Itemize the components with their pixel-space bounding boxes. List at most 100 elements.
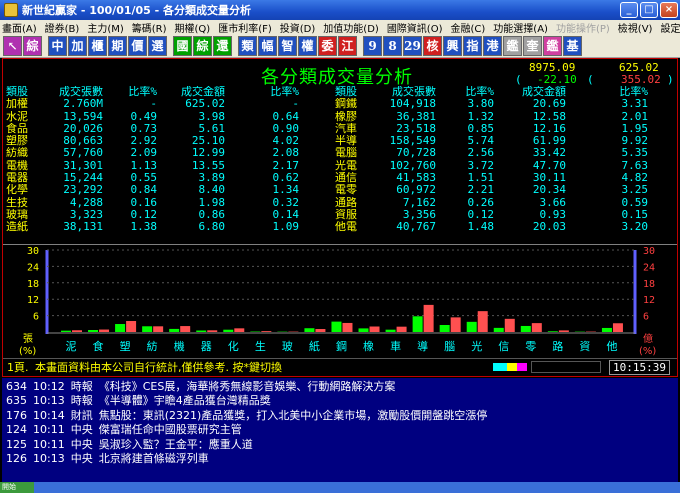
bar-volume (439, 325, 450, 332)
toolbar-button-10[interactable]: 還 (213, 35, 232, 56)
volume-ratio: 1.38 (130, 221, 158, 234)
bar-volume (520, 325, 531, 332)
toolbar-button-24[interactable]: 鑑 (503, 35, 522, 56)
toolbar: ↖ 綜中加櫃期價選國綜還類幅智權委江 9 8 29 核興指港鑑奎鑑基 (0, 34, 680, 58)
x-tick-label: 零 (525, 340, 536, 353)
news-row[interactable]: 176 10:14 財訊 焦點股：東訊(2321)產品獲獎，打入北美中小企業市場，激勵… (6, 409, 674, 423)
bar-volume (304, 328, 315, 332)
amount-ratio: 2.08 (272, 147, 300, 160)
news-row[interactable]: 124 10:11 中央 傑富瑞任命中國股票研究主管 (6, 423, 674, 437)
bar-amount (234, 328, 245, 332)
menu-item-7[interactable]: 加值功能(D) (323, 20, 379, 35)
toolbar-button-27[interactable]: 基 (563, 35, 582, 56)
news-time: 10:11 (33, 423, 65, 437)
amount-ratio: 1.09 (272, 221, 300, 234)
table-row[interactable]: 加權 2.760M - 625.02 - 鋼鐵 104,918 3.80 20.69 3.31 (6, 98, 674, 110)
table-row[interactable]: 紡織 57,760 2.09 12.99 2.08 電腦 70,728 2.56 33.42 5.… (6, 147, 674, 159)
table-row[interactable]: 電器 15,244 0.55 3.89 0.62 通信 41,583 1.51 30.11 4.8… (6, 172, 674, 184)
news-time: 10:14 (33, 408, 65, 422)
category-name: 他電 (335, 221, 357, 234)
amount-ratio: 2.17 (272, 159, 300, 172)
category-name: 造紙 (6, 221, 28, 234)
table-row[interactable]: 電機 31,301 1.13 13.55 2.17 光電 102,760 3.72 47.70 7… (6, 160, 674, 172)
table-row[interactable]: 生技 4,288 0.16 1.98 0.32 通路 7,162 0.26 3.66 0.59 (6, 197, 674, 209)
toolbar-button-17[interactable]: 9 (363, 35, 382, 56)
volume-ratio: 2.92 (130, 135, 158, 148)
close-button[interactable]: × (660, 2, 678, 18)
toolbar-button-7[interactable]: 選 (148, 35, 167, 56)
toolbar-button-1[interactable]: 綜 (23, 35, 42, 56)
toolbar-button-9[interactable]: 綜 (193, 35, 212, 56)
x-tick-label: 塑 (120, 339, 131, 353)
category-name: 食品 (6, 122, 28, 135)
table-row[interactable]: 水泥 13,594 0.49 3.98 0.64 橡膠 36,381 1.32 12.58 2.0… (6, 111, 674, 123)
news-row[interactable]: 635 10:13 時報 《半導體》宇瞻4產品獲台灣精品獎 (6, 394, 674, 408)
title-bar[interactable]: 新世紀贏家 - 100/01/05 - 各分類成交量分析 _ □ × (0, 0, 680, 20)
news-row[interactable]: 634 10:12 時報 《科技》CES展，海華將秀無線影音娛樂、行動網路解決方案 (6, 380, 674, 394)
toolbar-button-18[interactable]: 8 (383, 35, 402, 56)
column-header: 成交張數 (392, 86, 436, 98)
menu-item-9[interactable]: 金融(C) (451, 20, 486, 35)
toolbar-button-3[interactable]: 加 (68, 35, 87, 56)
start-button[interactable]: 開始 (0, 482, 34, 493)
table-row[interactable]: 食品 20,026 0.73 5.61 0.90 汽車 23,518 0.85 12.16 1.9… (6, 123, 674, 135)
amount: 33.42 (532, 147, 566, 160)
volume-ratio: 0.49 (130, 110, 158, 123)
toolbar-button-14[interactable]: 權 (298, 35, 317, 56)
toolbar-button-19[interactable]: 29 (403, 35, 422, 56)
amount: 3.66 (539, 196, 567, 209)
toolbar-button-12[interactable]: 幅 (258, 35, 277, 56)
volume-ratio: 1.48 (467, 221, 495, 234)
table-row[interactable]: 化學 23,292 0.84 8.40 1.34 電零 60,972 2.21 20.34 3.2… (6, 184, 674, 196)
menu-item-13[interactable]: 設定(S) (660, 20, 680, 35)
toolbar-button-2[interactable]: 中 (48, 35, 67, 56)
category-name: 水泥 (6, 110, 28, 123)
toolbar-button-20[interactable]: 核 (423, 35, 442, 56)
toolbar-button-5[interactable]: 期 (108, 35, 127, 56)
toolbar-button-15[interactable]: 委 (318, 35, 337, 56)
menu-item-1[interactable]: 證券(B) (45, 20, 80, 35)
news-id: 634 (6, 380, 27, 393)
news-headline: 焦點股：東訊(2321)產品獲獎，打入北美中小企業市場，激勵股價開盤跳空漲停 (98, 408, 488, 422)
menu-item-8[interactable]: 國際資訊(O) (387, 20, 443, 35)
menu-item-6[interactable]: 投資(D) (280, 20, 316, 35)
toolbar-button-16[interactable]: 江 (338, 35, 357, 56)
maximize-button[interactable]: □ (640, 2, 658, 18)
volume: 13,594 (63, 110, 103, 123)
toolbar-button-26[interactable]: 鑑 (543, 35, 562, 56)
toolbar-button-4[interactable]: 櫃 (88, 35, 107, 56)
volume-ratio: 1.13 (130, 159, 158, 172)
toolbar-button-25[interactable]: 奎 (523, 35, 542, 56)
menu-item-2[interactable]: 主力(M) (87, 20, 123, 35)
news-row[interactable]: 125 10:11 中央 吳淑珍入監？王金平：應重人道 (6, 438, 674, 452)
table-row[interactable]: 塑膠 80,663 2.92 25.10 4.02 半導 158,549 5.74 61.99 9… (6, 135, 674, 147)
volume-ratio: 0.16 (130, 196, 158, 209)
menu-item-0[interactable]: 畫面(A) (2, 20, 37, 35)
news-headline: 吳淑珍入監？王金平：應重人道 (98, 437, 253, 451)
news-id: 125 (6, 437, 27, 451)
toolbar-button-21[interactable]: 興 (443, 35, 462, 56)
toolbar-button-23[interactable]: 港 (483, 35, 502, 56)
table-row[interactable]: 玻璃 3,323 0.12 0.86 0.14 資服 3,356 0.12 0.93 0.15 (6, 209, 674, 221)
menu-item-11[interactable]: 功能操作(P) (556, 20, 610, 35)
minimize-button[interactable]: _ (620, 2, 638, 18)
toolbar-button-0[interactable]: ↖ (3, 35, 22, 56)
news-id: 176 (6, 408, 27, 422)
volume: 4,288 (69, 196, 103, 209)
volume-ratio: 2.09 (130, 147, 158, 160)
bar-amount (153, 326, 164, 332)
news-row[interactable]: 126 10:13 中央 北京將建首條磁浮列車 (6, 452, 674, 466)
toolbar-button-8[interactable]: 國 (173, 35, 192, 56)
menu-item-5[interactable]: 匯市利率(F) (218, 20, 272, 35)
toolbar-button-22[interactable]: 指 (463, 35, 482, 56)
toolbar-button-11[interactable]: 類 (238, 35, 257, 56)
menu-item-12[interactable]: 檢視(V) (618, 20, 653, 35)
menu-item-10[interactable]: 功能選擇(A) (493, 20, 548, 35)
table-row[interactable]: 造紙 38,131 1.38 6.80 1.09 他電 40,767 1.48 20.03 3.2… (6, 221, 674, 233)
category-table: 類股 成交張數 比率% 成交金額 比率% 類股 成交張數 比率% 成交金額 比率% 加權 2.760M… (6, 86, 674, 234)
menu-item-4[interactable]: 期權(Q) (175, 20, 211, 35)
toolbar-button-6[interactable]: 價 (128, 35, 147, 56)
menu-item-3[interactable]: 籌碼(R) (132, 20, 167, 35)
toolbar-button-13[interactable]: 智 (278, 35, 297, 56)
amount: 47.70 (532, 159, 566, 172)
